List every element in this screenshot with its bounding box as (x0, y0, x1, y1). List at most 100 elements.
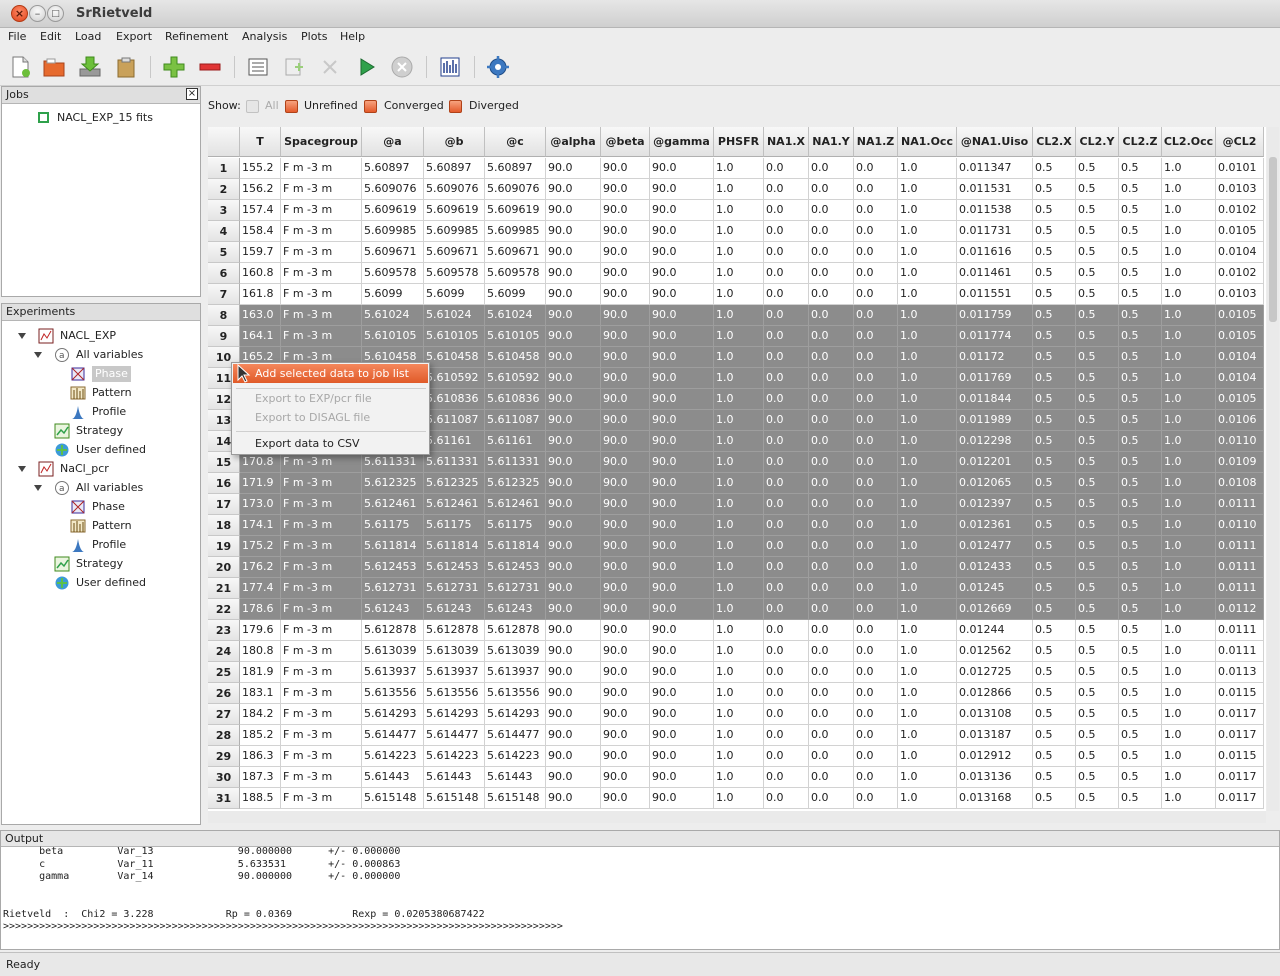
table-cell[interactable]: 1.0 (1162, 662, 1216, 683)
menu-export[interactable]: Export (116, 30, 152, 43)
table-cell[interactable]: 0.0 (764, 326, 809, 347)
table-cell[interactable]: 0.0 (764, 452, 809, 473)
table-cell[interactable]: 0.5 (1119, 158, 1162, 179)
table-cell[interactable]: 0.0 (809, 263, 854, 284)
table-cell[interactable]: 5.61175 (362, 515, 424, 536)
table-cell[interactable]: 0.0117 (1216, 725, 1264, 746)
table-cell[interactable]: 0.5 (1119, 767, 1162, 788)
table-cell[interactable]: 0.011347 (957, 158, 1033, 179)
table-cell[interactable]: 90.0 (650, 284, 714, 305)
table-cell[interactable]: 90.0 (650, 641, 714, 662)
table-cell[interactable]: 0.5 (1033, 305, 1076, 326)
table-cell[interactable]: 0.0 (854, 599, 898, 620)
table-cell[interactable]: 0.5 (1076, 725, 1119, 746)
table-cell[interactable]: 1.0 (898, 704, 957, 725)
table-cell[interactable]: 90.0 (601, 347, 650, 368)
table-cell[interactable]: 0.5 (1076, 179, 1119, 200)
menu-analysis[interactable]: Analysis (242, 30, 287, 43)
row-header[interactable]: 6 (208, 263, 240, 284)
table-cell[interactable]: 1.0 (714, 788, 764, 809)
table-cell[interactable]: 0.0108 (1216, 473, 1264, 494)
table-cell[interactable]: 0.5 (1033, 200, 1076, 221)
table-cell[interactable]: 1.0 (714, 473, 764, 494)
table-cell[interactable]: 5.61443 (485, 767, 546, 788)
row-header[interactable]: 17 (208, 494, 240, 515)
table-cell[interactable]: 1.0 (714, 179, 764, 200)
table-cell[interactable]: 0.0 (764, 221, 809, 242)
table-cell[interactable]: 1.0 (898, 746, 957, 767)
table-cell[interactable]: 0.5 (1076, 620, 1119, 641)
table-cell[interactable]: 186.3 (240, 746, 281, 767)
table-cell[interactable]: 0.5 (1119, 788, 1162, 809)
plot-icon[interactable] (438, 55, 462, 79)
table-cell[interactable]: 5.610836 (424, 389, 485, 410)
open-folder-icon[interactable] (42, 55, 66, 79)
table-cell[interactable]: 1.0 (714, 578, 764, 599)
row-header[interactable]: 9 (208, 326, 240, 347)
table-cell[interactable]: 5.61161 (424, 431, 485, 452)
table-cell[interactable]: 0.0103 (1216, 179, 1264, 200)
table-cell[interactable]: 0.0106 (1216, 410, 1264, 431)
table-cell[interactable]: 5.61243 (362, 599, 424, 620)
table-cell[interactable]: 90.0 (650, 767, 714, 788)
list-icon[interactable] (246, 55, 270, 79)
table-cell[interactable]: 1.0 (898, 242, 957, 263)
table-horizontal-scrollbar[interactable] (208, 811, 1266, 823)
column-header-na1-x[interactable]: NA1.X (764, 127, 809, 157)
window-maximize-button[interactable]: □ (47, 5, 64, 22)
table-cell[interactable]: 0.5 (1033, 410, 1076, 431)
table-cell[interactable]: 0.5 (1119, 410, 1162, 431)
table-cell[interactable]: 0.5 (1119, 641, 1162, 662)
table-cell[interactable]: 5.6099 (424, 284, 485, 305)
table-cell[interactable]: 170.8 (240, 452, 281, 473)
table-cell[interactable]: 0.0 (854, 536, 898, 557)
show-all-checkbox[interactable] (246, 100, 259, 113)
tree-item-user-defined[interactable]: User defined (76, 575, 146, 591)
table-cell[interactable]: 0.5 (1033, 431, 1076, 452)
table-cell[interactable]: 90.0 (650, 494, 714, 515)
table-cell[interactable]: 0.5 (1119, 704, 1162, 725)
table-cell[interactable]: 0.5 (1119, 725, 1162, 746)
delete-item-icon[interactable] (318, 55, 342, 79)
menu-edit[interactable]: Edit (40, 30, 61, 43)
table-cell[interactable]: 1.0 (1162, 473, 1216, 494)
table-cell[interactable]: 1.0 (1162, 410, 1216, 431)
table-cell[interactable]: 0.0 (854, 620, 898, 641)
table-cell[interactable]: 0.0 (809, 347, 854, 368)
table-cell[interactable]: 1.0 (714, 410, 764, 431)
table-cell[interactable]: 5.610105 (424, 326, 485, 347)
table-cell[interactable]: 0.0 (854, 326, 898, 347)
table-cell[interactable]: 0.5 (1119, 305, 1162, 326)
table-cell[interactable]: 0.5 (1076, 431, 1119, 452)
menu-file[interactable]: File (8, 30, 26, 43)
table-cell[interactable]: 0.0 (764, 368, 809, 389)
table-cell[interactable]: 1.0 (898, 599, 957, 620)
table-cell[interactable]: 0.5 (1033, 263, 1076, 284)
table-cell[interactable]: 0.0 (854, 200, 898, 221)
add-icon[interactable] (162, 55, 186, 79)
table-cell[interactable]: 1.0 (714, 683, 764, 704)
table-cell[interactable]: 0.0117 (1216, 704, 1264, 725)
table-cell[interactable]: 187.3 (240, 767, 281, 788)
table-cell[interactable]: F m -3 m (281, 326, 362, 347)
table-cell[interactable]: 0.0 (854, 263, 898, 284)
table-cell[interactable]: 90.0 (650, 536, 714, 557)
table-cell[interactable]: 0.0 (764, 788, 809, 809)
table-cell[interactable]: F m -3 m (281, 725, 362, 746)
table-cell[interactable]: 90.0 (650, 410, 714, 431)
table-cell[interactable]: 90.0 (601, 620, 650, 641)
table-cell[interactable]: 0.5 (1033, 578, 1076, 599)
table-cell[interactable]: 1.0 (898, 368, 957, 389)
table-cell[interactable]: 0.0117 (1216, 788, 1264, 809)
table-cell[interactable]: 0.0 (809, 431, 854, 452)
table-cell[interactable]: 0.5 (1076, 263, 1119, 284)
table-cell[interactable]: 5.613937 (362, 662, 424, 683)
table-cell[interactable]: 0.0105 (1216, 326, 1264, 347)
table-cell[interactable]: 1.0 (1162, 578, 1216, 599)
table-cell[interactable]: 90.0 (601, 704, 650, 725)
table-cell[interactable]: 0.0 (854, 305, 898, 326)
table-cell[interactable]: 5.609985 (485, 221, 546, 242)
table-cell[interactable]: 0.5 (1119, 536, 1162, 557)
table-cell[interactable]: 0.5 (1033, 515, 1076, 536)
table-cell[interactable]: 0.011759 (957, 305, 1033, 326)
